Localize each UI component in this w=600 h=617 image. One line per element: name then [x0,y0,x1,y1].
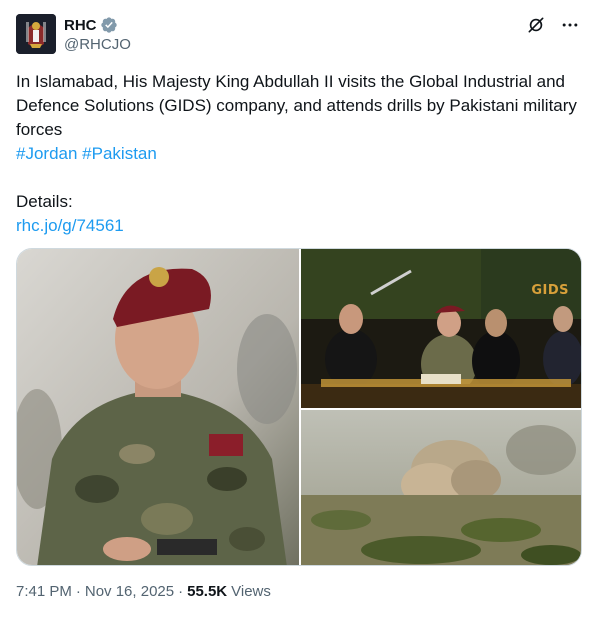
tweet-time[interactable]: 7:41 PM [16,583,72,600]
meeting-photo-image [301,249,581,408]
author-handle[interactable]: @RHCJO [64,36,131,53]
verified-badge-icon [100,17,117,33]
avatar[interactable] [16,14,56,54]
gids-logo: GIDS [531,283,569,298]
hashtag-pakistan[interactable]: #Pakistan [82,144,157,163]
display-name[interactable]: RHC [64,17,97,34]
top-actions [526,15,580,35]
grok-icon[interactable] [526,15,546,35]
tweet-date[interactable]: Nov 16, 2025 [85,583,174,600]
details-label: Details: [16,192,73,211]
media-grid: GIDS [16,248,582,566]
drill-photo-image [301,410,581,565]
views-count: 55.5K [187,583,228,600]
author-name-row[interactable]: RHC [64,15,118,35]
views-label: Views [231,583,271,600]
royal-emblem-icon [16,14,56,54]
tweet-body: In Islamabad, His Majesty King Abdullah … [16,72,577,139]
portrait-photo-image [17,249,299,565]
media-photo-3[interactable] [301,410,581,565]
more-icon[interactable] [560,15,580,35]
tweet-meta: 7:41 PM · Nov 16, 2025 · 55.5K Views [16,583,271,600]
tweet-card[interactable]: RHC @RHCJO In Islamabad, His Majesty Kin… [0,0,600,617]
media-photo-1[interactable] [17,249,299,565]
hashtag-row: #Jordan #Pakistan [16,142,586,166]
media-photo-2[interactable]: GIDS [301,249,581,408]
meta-separator: · [75,583,81,600]
meta-separator: · [178,583,184,600]
hashtag-jordan[interactable]: #Jordan [16,144,77,163]
details-link[interactable]: rhc.jo/g/74561 [16,214,586,238]
tweet-text: In Islamabad, His Majesty King Abdullah … [16,70,586,238]
